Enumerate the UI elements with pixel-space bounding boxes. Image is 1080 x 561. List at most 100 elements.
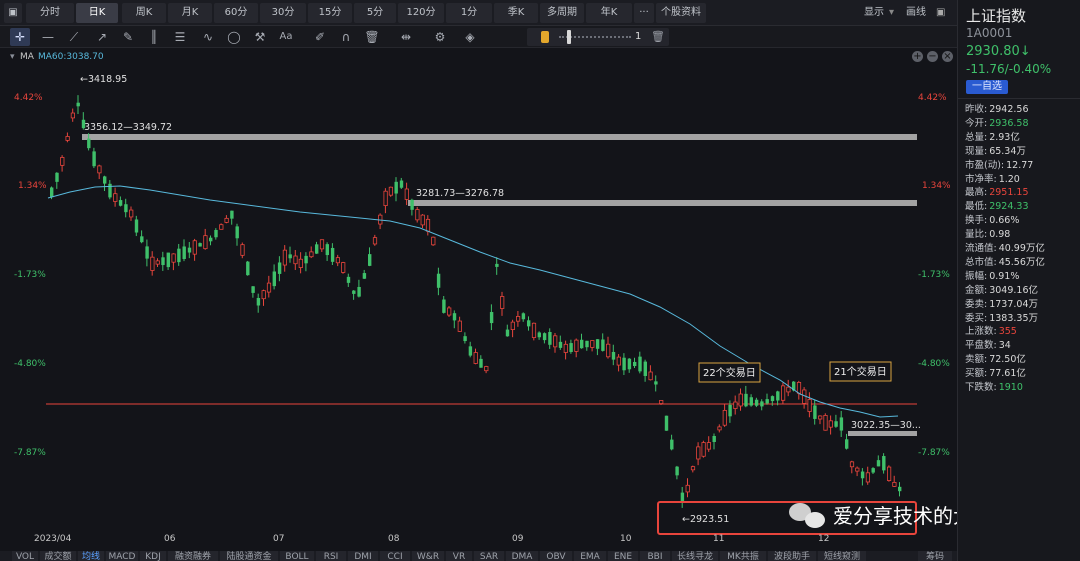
panel-toggle-icon[interactable]: ▣ [936, 3, 945, 23]
collapse-caret-icon[interactable]: ▾ [10, 50, 15, 64]
display-menu[interactable]: 显示 [864, 3, 884, 23]
sidebar-toggle-icon[interactable]: ▣ [4, 3, 22, 23]
trend-line-icon[interactable]: ⟋ [64, 28, 84, 46]
divider [958, 98, 1080, 99]
candles-layer [50, 95, 902, 508]
stat-value: 355 [998, 326, 1017, 338]
x-label-0: 2023/04 [34, 534, 72, 544]
indicator-tab[interactable]: 长线寻龙 [672, 551, 718, 561]
indicator-tab[interactable]: 均线 [78, 551, 104, 561]
zoom-trash-icon[interactable]: 🗑 [651, 28, 665, 46]
period-tab-weekly[interactable]: 周K [122, 3, 166, 23]
chip-distribution-tab[interactable]: 筹码 [918, 551, 952, 561]
indicator-tab[interactable]: W&R [412, 551, 444, 561]
indicator-tab[interactable]: DMI [348, 551, 378, 561]
display-menu-caret-icon[interactable]: ▾ [889, 3, 894, 23]
range-bar-3[interactable] [848, 431, 917, 436]
period-more-button[interactable]: ··· [634, 3, 654, 23]
indicator-tab[interactable]: VR [446, 551, 472, 561]
close-icon[interactable]: × [942, 51, 953, 62]
indicator-tab[interactable]: BBI [640, 551, 670, 561]
indicator-tab[interactable]: CCI [380, 551, 410, 561]
period-tab-intraday[interactable]: 分时 [26, 3, 74, 23]
stat-row: 最低: 2924.33 [965, 200, 1029, 213]
period-tab-60min[interactable]: 60分 [214, 3, 258, 23]
stat-value: 65.34万 [989, 145, 1026, 157]
stock-profile-tab[interactable]: 个股资料 [656, 3, 706, 23]
period-tab-multi[interactable]: 多周期 [540, 3, 584, 23]
period-tab-15min[interactable]: 15分 [308, 3, 352, 23]
pct-label-left-4: -7.87% [14, 448, 46, 458]
range-label-2: 3281.73—3276.78 [416, 188, 504, 199]
ma-label[interactable]: MA [20, 50, 34, 64]
layers-icon[interactable]: ◈ [460, 28, 480, 46]
zoom-out-icon[interactable]: − [927, 51, 938, 62]
candle-body [548, 331, 552, 345]
text-tool-icon[interactable]: Aa [276, 28, 296, 46]
indicator-tab[interactable]: MK共振 [720, 551, 766, 561]
candle-body [235, 226, 239, 239]
wave-tool-icon[interactable]: ∿ [198, 28, 218, 46]
period-tab-1min[interactable]: 1分 [446, 3, 492, 23]
candle-body [696, 446, 701, 460]
kline-chart[interactable]: 4.42% 1.34% -1.73% -4.80% -7.87% 4.42% 1… [0, 64, 993, 550]
zoom-lock-icon[interactable] [541, 31, 549, 43]
line-tool-icon[interactable]: — [38, 28, 58, 46]
indicator-tab[interactable]: 短线窥测 [818, 551, 866, 561]
range-label-3: 3022.35—30... [851, 420, 921, 431]
ray-tool-icon[interactable]: ↗ [92, 28, 112, 46]
trash-icon[interactable]: 🗑 [362, 28, 382, 46]
period-tab-5min[interactable]: 5分 [354, 3, 396, 23]
swap-icon[interactable]: ⇹ [396, 28, 416, 46]
candle-body [796, 382, 802, 394]
indicator-tab[interactable]: KDJ [140, 551, 166, 561]
zoom-in-icon[interactable]: + [912, 51, 923, 62]
indicator-tab[interactable]: EMA [574, 551, 606, 561]
candle-body [155, 260, 160, 265]
indicator-tab[interactable]: DMA [506, 551, 538, 561]
settings-icon[interactable]: ⚙ [430, 28, 450, 46]
add-watchlist-button[interactable]: 一自选 [966, 80, 1008, 94]
indicator-tab[interactable]: 成交额 [40, 551, 76, 561]
stat-row: 市盈(动): 12.77 [965, 159, 1033, 172]
ellipse-tool-icon[interactable]: ◯ [224, 28, 244, 46]
crosshair-icon[interactable]: ✛ [10, 28, 30, 46]
indicator-tab[interactable]: BOLL [280, 551, 314, 561]
candle-body [325, 244, 329, 256]
fibonacci-icon[interactable]: ☰ [170, 28, 190, 46]
eraser-icon[interactable]: ✐ [310, 28, 330, 46]
draw-line-button[interactable]: 画线 [906, 3, 926, 23]
indicator-tab[interactable]: 陆股通资金 [220, 551, 278, 561]
period-tab-monthly[interactable]: 月K [168, 3, 212, 23]
measure-tool-icon[interactable]: ⚒ [250, 28, 270, 46]
indicator-tab[interactable]: SAR [474, 551, 504, 561]
period-tab-yearly[interactable]: 年K [586, 3, 632, 23]
indicator-tab[interactable]: VOL [12, 551, 38, 561]
pen-tool-icon[interactable]: ✎ [118, 28, 138, 46]
indicator-tab[interactable]: OBV [540, 551, 572, 561]
indicator-tab[interactable]: MACD [106, 551, 138, 561]
period-tab-quarterly[interactable]: 季K [494, 3, 538, 23]
zoom-value: 1 [635, 31, 642, 42]
candle-body [563, 343, 568, 353]
zoom-slider-handle[interactable] [567, 30, 571, 44]
candle-body [129, 209, 134, 218]
indicator-tab[interactable]: ENE [608, 551, 638, 561]
indicator-legend: ▾ MA MA60:3038.70 + − × [0, 50, 957, 64]
period-tab-daily[interactable]: 日K [76, 3, 118, 23]
candle-body [341, 262, 346, 273]
candle-body [404, 188, 409, 200]
indicator-tab[interactable]: 波段助手 [768, 551, 816, 561]
period-tab-30min[interactable]: 30分 [260, 3, 306, 23]
range-bar-2[interactable] [408, 200, 917, 206]
bars-tool-icon[interactable]: ║ [144, 28, 164, 46]
range-bar-1[interactable] [82, 134, 917, 140]
period-tab-120min[interactable]: 120分 [398, 3, 444, 23]
stat-row: 买额: 77.61亿 [965, 367, 1026, 380]
indicator-tab[interactable]: 融资融券 [168, 551, 218, 561]
candle-body [177, 248, 181, 263]
magnet-icon[interactable]: ∩ [336, 28, 356, 46]
candle-body [171, 253, 176, 263]
candle-body [527, 320, 531, 327]
indicator-tab[interactable]: RSI [316, 551, 346, 561]
